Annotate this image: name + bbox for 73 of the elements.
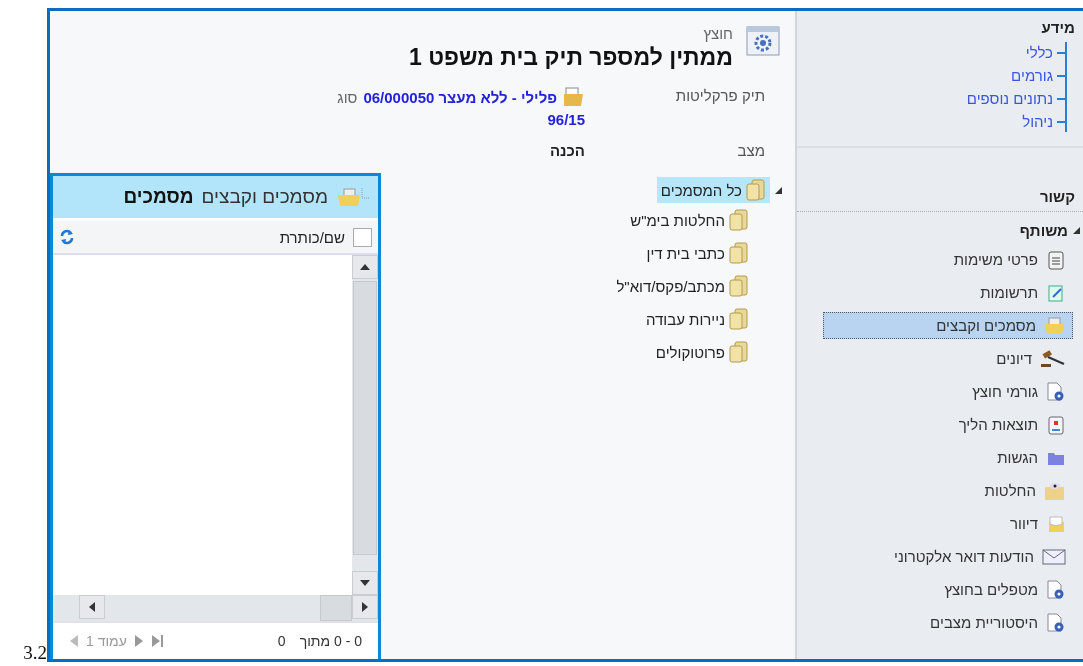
field-value: הכנה [548,142,585,159]
clipboard-chart-icon [1046,414,1066,435]
sidebar-item[interactable]: גורמי חוצץ [797,378,1073,405]
folder-icon [729,209,749,231]
field-caption: סוג [337,88,358,106]
previous-page-icon[interactable] [134,634,144,648]
tree-item[interactable]: מכתב/פקס/דוא"ל [612,273,753,299]
document-gear-icon [1046,612,1066,633]
scroll-right-icon[interactable] [362,602,368,612]
panel-title: מסמכים וקבצים [201,186,328,208]
first-page-icon[interactable] [151,634,164,648]
note-pencil-icon [1046,282,1066,303]
tree-item[interactable]: כתבי בית דין [642,240,753,266]
folder-icon [729,341,749,363]
section-title: קשור [1038,188,1076,205]
field-label: מצב [736,142,765,159]
field-label: תיק פרקליטות [674,87,765,106]
case-link[interactable]: 96/15 [50,111,585,128]
sidebar-item[interactable]: היסטוריית מצבים [797,609,1073,636]
folder-documents-icon [1044,315,1066,336]
vertical-scrollbar[interactable] [352,255,378,595]
nav-link[interactable]: כללי [1025,44,1053,61]
tree-item[interactable]: החלטות בימ"ש [626,207,753,233]
horizontal-scrollbar[interactable] [53,595,378,621]
refresh-icon[interactable] [59,229,75,245]
sidebar-item[interactable]: החלטות [797,477,1073,504]
envelope-folder-icon [1046,513,1066,534]
next-page-icon[interactable] [69,634,78,648]
document-gear-icon [1046,579,1066,600]
nav-link[interactable]: נתונים נוספים [966,90,1053,107]
sidebar-item[interactable]: מטפלים בחוצץ [797,576,1073,603]
tree-item[interactable]: פרוטוקולים [651,339,753,365]
record-total: 0 [277,633,286,649]
sidebar-item[interactable]: פרטי משימות [797,246,1073,273]
scroll-down-icon[interactable] [360,580,370,586]
panel-title: מסמכים [123,186,194,208]
folder-icon [746,179,766,201]
expand-triangle-icon[interactable] [1072,226,1081,235]
folder-icon [563,87,585,107]
expand-triangle-icon[interactable] [774,185,783,195]
sidebar-item[interactable]: תוצאות הליך [797,411,1073,438]
nav-link[interactable]: גורמים [1011,67,1053,84]
tree-item[interactable]: ניירות עבודה [641,306,753,332]
page-number: 3.2 [23,642,47,664]
scroll-up-icon[interactable] [360,264,370,270]
record-title: ממתין למספר תיק בית משפט 1 [409,44,733,71]
gavel-icon [1040,348,1066,369]
case-link[interactable]: פלילי - ללא מעצר 06/000050 [363,88,557,106]
document-gear-icon [1046,381,1066,402]
folder-documents-icon [336,186,370,208]
scroll-thumb[interactable] [320,595,352,621]
scroll-thumb[interactable] [353,281,377,555]
clipboard-icon [1046,249,1066,270]
entity-type: חוצץ [702,25,733,42]
sidebar-item[interactable]: דיונים [797,345,1073,372]
sidebar-item[interactable]: דיוור [797,510,1073,537]
select-all-checkbox[interactable] [353,227,372,247]
sidebar-item[interactable]: תרשומות [797,279,1073,306]
folder-icon [729,275,749,297]
sidebar-item[interactable]: הגשות [797,444,1073,471]
folder-icon [729,242,749,264]
record-range: 0 - 0 מתוך [299,633,362,649]
sidebar-item[interactable]: מסמכים וקבצים [823,312,1073,339]
envelope-icon [1042,547,1066,566]
group-title[interactable]: משותף [1019,222,1068,239]
scroll-left-icon[interactable] [89,602,95,612]
nav-link[interactable]: ניהול [1022,113,1053,130]
section-title: מידע [1040,19,1076,36]
sidebar-item[interactable]: הודעות דואר אלקטרוני [797,543,1073,570]
folder-icon [729,308,749,330]
tree-item[interactable]: כל המסמכים [656,177,770,203]
page-indicator: עמוד 1 [86,633,127,649]
folder-eye-icon [1044,480,1066,501]
